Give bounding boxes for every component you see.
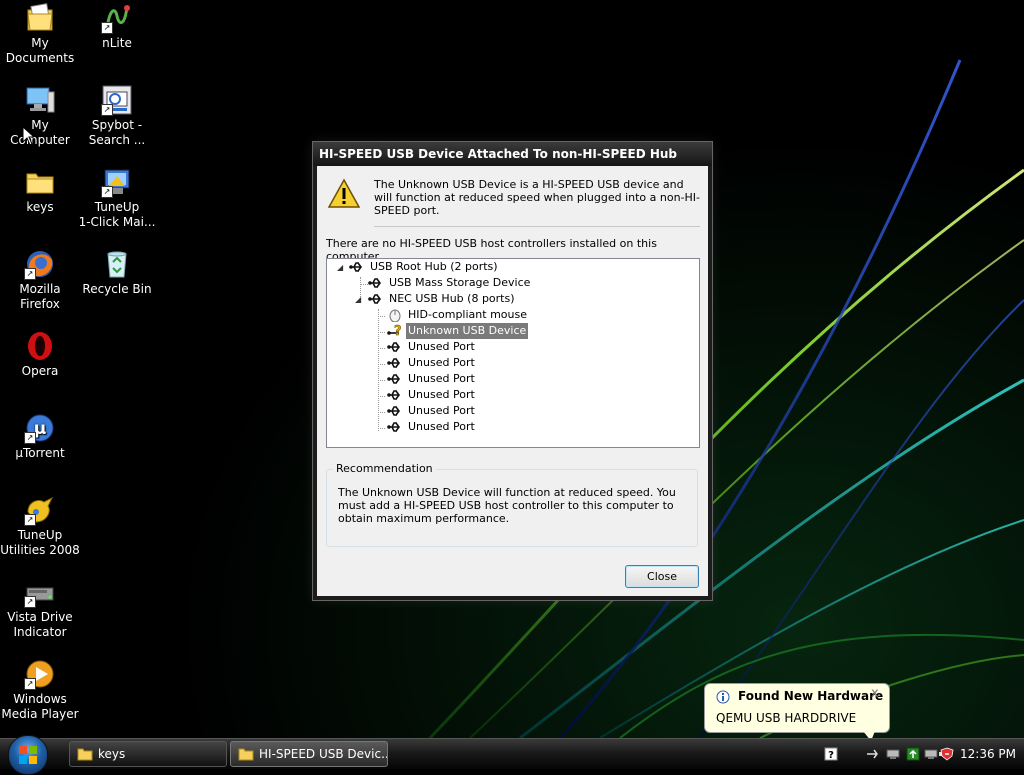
desktop-icon-tuneup-1click[interactable]: ↗ TuneUp 1-Click Mai... [77,166,157,230]
close-button[interactable]: Close [625,565,699,588]
warning-icon [327,178,361,208]
recommendation-text: The Unknown USB Device will function at … [338,486,676,525]
tuneup-1click-icon: ↗ [101,166,133,198]
tree-connector [378,348,385,349]
collapse-toggle-icon[interactable]: ◢ [355,295,361,304]
collapse-toggle-icon[interactable]: ◢ [337,263,343,272]
balloon-title: Found New Hardware [738,689,884,703]
folder-icon [24,166,56,198]
shortcut-arrow-icon: ↗ [24,432,36,444]
recommendation-group: Recommendation The Unknown USB Device wi… [326,462,698,547]
desktop-icon-my-computer[interactable]: My Computer [0,84,80,148]
my-documents-icon [24,2,56,34]
mouse-icon [389,309,401,322]
shortcut-arrow-icon: ↗ [101,104,113,116]
desktop-icon-tuneup-utilities[interactable]: ↗ TuneUp Utilities 2008 [0,494,80,558]
usb-device-icon [368,278,381,288]
dialog-title: HI-SPEED USB Device Attached To non-HI-S… [319,147,678,161]
network-green-icon[interactable] [906,747,920,761]
desktop-icon-opera[interactable]: Opera [0,330,80,379]
desktop-icon-windows-media-player[interactable]: ↗ Windows Media Player [0,658,80,722]
balloon-text: QEMU USB HARDDRIVE [716,711,857,725]
opera-icon [24,330,56,362]
found-new-hardware-balloon[interactable]: Found New Hardware x QEMU USB HARDDRIVE [704,683,890,741]
usb-port-icon [387,342,400,352]
divider [374,226,700,227]
help-icon[interactable]: ? [824,747,838,761]
utorrent-icon: µ ↗ [24,412,56,444]
dialog-message: The Unknown USB Device is a HI-SPEED USB… [374,178,701,217]
shortcut-arrow-icon: ↗ [24,678,36,690]
info-icon [716,690,730,704]
shortcut-arrow-icon: ↗ [24,514,36,526]
usb-hub-icon [349,262,362,272]
firefox-icon: ↗ [24,248,56,280]
svg-text:?: ? [394,324,402,338]
balloon-close-icon[interactable]: x [871,686,879,701]
spybot-icon: ↗ [101,84,133,116]
usb-port-icon [387,374,400,384]
nlite-icon: ↗ [101,2,133,34]
usb-hub-icon [368,294,381,304]
start-button[interactable] [8,735,48,775]
folder-icon [238,748,254,761]
tree-connector [378,428,385,429]
tree-connector [378,380,385,381]
dialog-titlebar[interactable]: HI-SPEED USB Device Attached To non-HI-S… [313,142,712,166]
mouse-cursor-icon [22,126,34,146]
tree-connector [378,364,385,365]
desktop-icon-keys[interactable]: keys [0,166,80,215]
taskbar: keys HI-SPEED USB Devic... ? 12:36 PM [0,735,1024,775]
shortcut-arrow-icon: ↗ [24,596,36,608]
usb-hardware-icon[interactable] [866,747,880,761]
clock[interactable]: 12:36 PM [960,739,1016,769]
usb-port-icon [387,422,400,432]
desktop-icon-firefox[interactable]: ↗ Mozilla Firefox [0,248,80,312]
windows-logo-icon [19,746,37,764]
taskbar-button-keys[interactable]: keys [69,741,227,767]
usb-device-tree[interactable]: ◢ USB Root Hub (2 ports) USB Mass Storag… [326,258,700,448]
tree-connector [378,332,385,333]
desktop-icon-vista-drive-indicator[interactable]: ↗ Vista Drive Indicator [0,576,80,640]
vista-drive-indicator-icon: ↗ [24,576,56,608]
recycle-bin-icon [101,248,133,280]
usb-port-icon [387,390,400,400]
svg-text:?: ? [828,750,834,761]
desktop-icon-utorrent[interactable]: µ ↗ µTorrent [0,412,80,461]
my-computer-icon [24,84,56,116]
windows-media-player-icon: ↗ [24,658,56,690]
tuneup-utilities-icon: ↗ [24,494,56,526]
tree-connector [378,316,385,317]
tree-connector [360,284,368,285]
dialog-client: The Unknown USB Device is a HI-SPEED USB… [317,166,708,596]
network-icon[interactable] [886,747,900,761]
recommendation-title: Recommendation [333,462,436,475]
tree-connector [378,412,385,413]
unknown-device-icon: ? [387,324,402,338]
shortcut-arrow-icon: ↗ [101,22,113,34]
desktop-icon-my-documents[interactable]: My Documents [0,2,80,66]
shortcut-arrow-icon: ↗ [24,268,36,280]
network-icon[interactable] [924,747,938,761]
shortcut-arrow-icon: ↗ [101,186,113,198]
desktop-icon-recycle-bin[interactable]: Recycle Bin [77,248,157,297]
usb-warning-dialog: HI-SPEED USB Device Attached To non-HI-S… [312,141,713,601]
tree-connector [378,396,385,397]
security-shield-icon[interactable] [940,747,954,761]
taskbar-button-usb-dialog[interactable]: HI-SPEED USB Devic... [230,741,388,767]
desktop-icon-spybot[interactable]: ↗ Spybot - Search ... [77,84,157,148]
desktop-icon-nlite[interactable]: ↗ nLite [77,2,157,51]
usb-port-icon [387,358,400,368]
usb-port-icon [387,406,400,416]
folder-icon [77,748,93,761]
